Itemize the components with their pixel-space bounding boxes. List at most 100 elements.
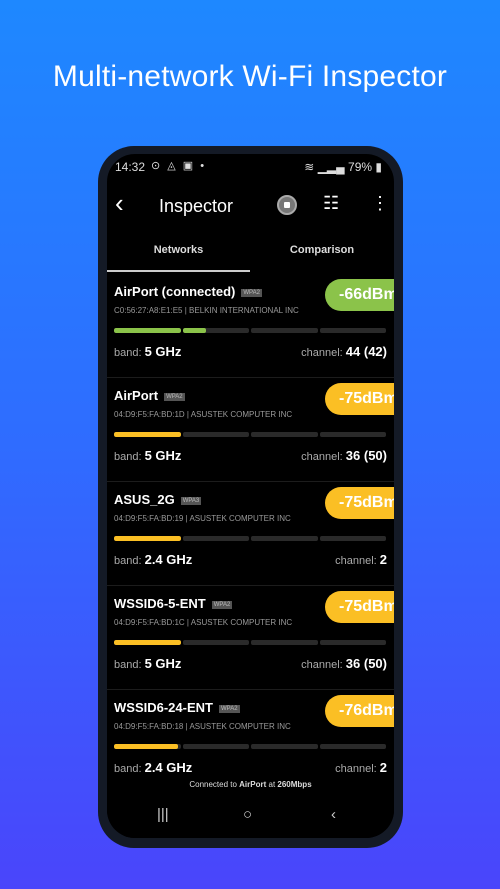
network-card[interactable]: WSSID6-5-ENT WPA2 04:D9:F5:FA:BD:1C | ASUS… bbox=[107, 586, 394, 690]
band-value: 5 GHz bbox=[144, 344, 182, 359]
signal-fill bbox=[114, 536, 181, 541]
back-button[interactable]: ‹ bbox=[115, 188, 124, 219]
signal-segment bbox=[319, 536, 386, 541]
channel-label: channel: bbox=[301, 347, 346, 359]
signal-segment bbox=[114, 640, 181, 645]
app-bar: ‹ Inspector ☷ ⋮ bbox=[107, 182, 394, 232]
rssi-badge: -75dBm bbox=[325, 487, 394, 519]
nav-back-button[interactable]: ‹ bbox=[331, 806, 336, 823]
network-card[interactable]: AirPort WPA2 04:D9:F5:FA:BD:1D | ASUSTEK C… bbox=[107, 378, 394, 482]
channel-info: channel: 2 bbox=[335, 552, 387, 567]
rssi-badge: -75dBm bbox=[325, 383, 394, 415]
network-ssid: AirPort WPA2 bbox=[114, 388, 185, 403]
signal-bar bbox=[114, 744, 386, 749]
security-badge: WPA2 bbox=[218, 704, 240, 713]
wifi-icon: ≋ bbox=[304, 160, 315, 174]
signal-segment bbox=[319, 640, 386, 645]
band-label: band: bbox=[114, 763, 145, 775]
page-title: Inspector bbox=[159, 196, 234, 216]
signal-segment bbox=[114, 328, 181, 333]
signal-segment bbox=[319, 432, 386, 437]
signal-segment bbox=[182, 432, 249, 437]
connection-status: Connected to AirPort at 260Mbps bbox=[107, 780, 394, 794]
security-badge: WPA3 bbox=[180, 496, 202, 505]
channel-label: channel: bbox=[335, 763, 380, 775]
security-badge: WPA2 bbox=[164, 392, 185, 401]
rssi-badge: -66dBm bbox=[325, 279, 394, 311]
notification-icons: ⊙ ◬ ▣ • bbox=[151, 160, 207, 172]
channel-info: channel: 36 (50) bbox=[301, 448, 387, 463]
security-badge: WPA2 bbox=[211, 600, 233, 609]
tab-networks[interactable]: Networks bbox=[107, 244, 250, 256]
status-bar: 14:32 ⊙ ◬ ▣ • ≋ ▁▂▄ 79% ▮ bbox=[107, 154, 394, 182]
signal-segment bbox=[251, 640, 318, 645]
tab-bar: Networks Comparison bbox=[107, 234, 394, 272]
signal-segment bbox=[114, 536, 181, 541]
signal-segment bbox=[114, 432, 181, 437]
channel-value: 36 (50) bbox=[345, 448, 387, 463]
ssid-text: WSSID6-5-ENT bbox=[114, 596, 206, 611]
mac-vendor: 04:D9:F5:FA:BD:1C | ASUSTEK COMPUTER INC bbox=[114, 618, 293, 627]
channel-info: channel: 2 bbox=[335, 760, 387, 775]
battery-percent: 79% bbox=[348, 160, 373, 174]
signal-segment bbox=[182, 744, 249, 749]
channel-value: 44 (42) bbox=[345, 344, 387, 359]
ssid-text: WSSID6-24-ENT bbox=[114, 700, 213, 715]
band-info: band: 2.4 GHz bbox=[114, 552, 192, 567]
band-info: band: 5 GHz bbox=[114, 656, 181, 671]
footer-mid: at bbox=[266, 780, 278, 789]
signal-fill bbox=[114, 328, 181, 333]
band-label: band: bbox=[114, 347, 145, 359]
stop-scan-button[interactable] bbox=[277, 195, 297, 215]
signal-fill bbox=[114, 640, 181, 645]
ssid-text: AirPort bbox=[114, 388, 159, 403]
channel-value: 36 (50) bbox=[345, 656, 387, 671]
signal-segment bbox=[182, 640, 249, 645]
band-value: 2.4 GHz bbox=[144, 552, 193, 567]
signal-fill bbox=[114, 432, 181, 437]
battery-status: ≋ ▁▂▄ 79% ▮ bbox=[304, 160, 382, 174]
channel-info: channel: 36 (50) bbox=[301, 656, 387, 671]
footer-prefix: Connected to bbox=[189, 780, 240, 789]
signal-segment bbox=[319, 328, 386, 333]
network-card[interactable]: WSSID6-24-ENT WPA2 04:D9:F5:FA:BD:18 | ASU… bbox=[107, 690, 394, 794]
band-value: 2.4 GHz bbox=[144, 760, 193, 775]
band-info: band: 2.4 GHz bbox=[114, 760, 192, 775]
signal-bar bbox=[114, 640, 386, 645]
signal-bar bbox=[114, 328, 386, 333]
signal-segment bbox=[114, 744, 181, 749]
network-ssid: WSSID6-24-ENT WPA2 bbox=[114, 700, 240, 715]
band-label: band: bbox=[114, 451, 145, 463]
signal-bar bbox=[114, 432, 386, 437]
status-time: 14:32 bbox=[115, 160, 146, 174]
active-tab-indicator bbox=[107, 270, 250, 272]
signal-segment bbox=[251, 328, 318, 333]
channel-label: channel: bbox=[301, 659, 346, 671]
band-value: 5 GHz bbox=[144, 656, 182, 671]
band-label: band: bbox=[114, 555, 145, 567]
band-value: 5 GHz bbox=[144, 448, 182, 463]
channel-label: channel: bbox=[335, 555, 380, 567]
network-card[interactable]: ASUS_2G WPA3 04:D9:F5:FA:BD:19 | ASUSTEK C… bbox=[107, 482, 394, 586]
signal-segment bbox=[251, 744, 318, 749]
tab-comparison[interactable]: Comparison bbox=[250, 244, 394, 256]
channel-info: channel: 44 (42) bbox=[301, 344, 387, 359]
system-nav-bar: ||| ○ ‹ bbox=[107, 798, 394, 838]
rssi-badge: -76dBm bbox=[325, 695, 394, 727]
home-button[interactable]: ○ bbox=[243, 806, 252, 823]
channel-value: 2 bbox=[379, 760, 387, 775]
signal-fill bbox=[182, 328, 207, 333]
signal-segment bbox=[251, 432, 318, 437]
band-label: band: bbox=[114, 659, 145, 671]
channel-value: 2 bbox=[379, 552, 387, 567]
signal-bar bbox=[114, 536, 386, 541]
network-card[interactable]: AirPort (connected) WPA2 C0:56:27:A8:E1:E5… bbox=[107, 274, 394, 378]
filter-settings-button[interactable]: ☷ bbox=[323, 193, 339, 214]
mac-vendor: 04:D9:F5:FA:BD:18 | ASUSTEK COMPUTER INC bbox=[114, 722, 291, 731]
more-menu-button[interactable]: ⋮ bbox=[371, 193, 389, 214]
battery-icon: ▮ bbox=[375, 160, 382, 174]
rssi-badge: -75dBm bbox=[325, 591, 394, 623]
recents-button[interactable]: ||| bbox=[157, 806, 169, 823]
ssid-text: AirPort (connected) bbox=[114, 284, 236, 299]
footer-speed: 260Mbps bbox=[277, 780, 312, 789]
